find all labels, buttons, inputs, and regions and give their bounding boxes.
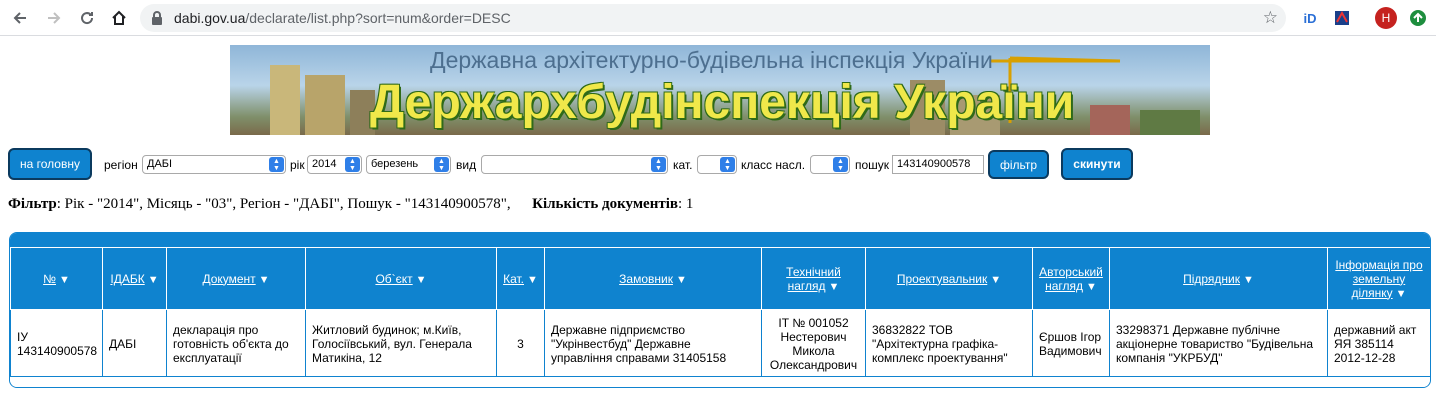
cell-land-info: державний акт ЯЯ 385114 2012-12-28 (1327, 309, 1430, 378)
sort-arrow-icon: ▼ (58, 273, 70, 286)
col-header-customer[interactable]: Замовник ▼ (544, 247, 762, 310)
reset-button[interactable]: скинути (1061, 148, 1133, 180)
region-label: регіон (104, 158, 138, 172)
region-select[interactable]: ДАБІ ▲ ▼ (142, 155, 286, 174)
class-select[interactable]: ▲ ▼ (810, 155, 850, 174)
sort-arrow-icon: ▼ (828, 280, 840, 293)
cell-tech-supervision: ІТ № 001052 Нестерович Микола Олександро… (761, 309, 866, 378)
forward-icon[interactable] (42, 6, 66, 30)
banner-subtitle: Державна архітектурно-будівельна інспекц… (430, 47, 993, 73)
extension-icon[interactable] (1330, 6, 1354, 30)
select-arrows-icon: ▲ ▼ (345, 157, 360, 172)
col-header-number[interactable]: № ▼ (10, 247, 103, 310)
year-select[interactable]: 2014 ▲ ▼ (307, 155, 362, 174)
home-button[interactable]: на головну (8, 148, 92, 180)
select-arrows-icon: ▲ ▼ (651, 157, 666, 172)
category-select[interactable]: ▲ ▼ (697, 155, 737, 174)
sort-arrow-icon: ▼ (675, 273, 687, 286)
table-row: ІУ 143140900578 ДАБІ декларація про гото… (10, 309, 1430, 378)
sort-arrow-icon: ▼ (258, 273, 270, 286)
cell-category: 3 (496, 309, 545, 378)
filter-button[interactable]: фільтр (988, 150, 1049, 179)
type-select[interactable]: ▲ ▼ (481, 155, 668, 174)
col-header-category[interactable]: Кат. ▼ (496, 247, 545, 310)
profile-avatar[interactable]: H (1374, 6, 1398, 30)
col-header-idabk[interactable]: ІДАБК ▼ (102, 247, 167, 310)
table-header-row: № ▼ ІДАБК ▼ Документ ▼ Об`єкт ▼ Кат. ▼ Замовн… (10, 247, 1430, 310)
cell-designer: 36832822 ТОВ "Архітектурна графіка-компл… (865, 309, 1033, 378)
cell-contractor: 33298371 Державне публічне акціонерне то… (1109, 309, 1328, 378)
col-header-designer[interactable]: Проектувальник ▼ (865, 247, 1033, 310)
sort-arrow-icon: ▼ (415, 273, 427, 286)
reload-icon[interactable] (75, 6, 99, 30)
col-header-author-supervision[interactable]: Авторський нагляд ▼ (1032, 247, 1110, 310)
sort-arrow-icon: ▼ (990, 273, 1002, 286)
type-label: вид (456, 158, 477, 172)
url-text: dabi.gov.ua/declarate/list.php?sort=num&… (174, 10, 511, 26)
sort-arrow-icon: ▼ (147, 273, 159, 286)
filter-summary: Фільтр: Рік - "2014", Місяць - "03", Рег… (8, 196, 694, 212)
sort-arrow-icon: ▼ (1086, 280, 1097, 293)
banner-title: Держархбудінспекція України (370, 76, 1075, 129)
results-table: № ▼ ІДАБК ▼ Документ ▼ Об`єкт ▼ Кат. ▼ Замовн… (9, 232, 1431, 388)
col-header-tech-supervision[interactable]: Технічний нагляд ▼ (761, 247, 866, 310)
category-label: кат. (673, 158, 693, 172)
select-arrows-icon: ▲ ▼ (833, 157, 848, 172)
browser-toolbar: dabi.gov.ua/declarate/list.php?sort=num&… (0, 0, 1436, 36)
home-icon[interactable] (107, 6, 131, 30)
select-arrows-icon: ▲ ▼ (720, 157, 735, 172)
search-input[interactable]: 143140900578 (892, 155, 984, 174)
sort-arrow-icon: ▼ (527, 273, 538, 286)
cell-document: декларація про готовність об'єкта до екс… (166, 309, 306, 378)
lock-icon (150, 10, 166, 26)
update-icon[interactable] (1406, 6, 1430, 30)
select-arrows-icon: ▲ ▼ (269, 157, 284, 172)
cell-customer: Державне підприємство "Укрінвестбуд" Дер… (544, 309, 762, 378)
cell-idabk: ДАБІ (102, 309, 167, 378)
class-label: класс насл. (741, 158, 806, 172)
select-arrows-icon: ▲ ▼ (434, 157, 449, 172)
month-select[interactable]: березень ▲ ▼ (366, 155, 451, 174)
year-label: рік (290, 158, 305, 172)
search-label: пошук (855, 158, 890, 172)
col-header-object[interactable]: Об`єкт ▼ (305, 247, 497, 310)
col-header-document[interactable]: Документ ▼ (166, 247, 306, 310)
cell-number: ІУ 143140900578 (10, 309, 103, 378)
id-extension-icon[interactable]: iD (1298, 6, 1322, 30)
bookmark-star-icon[interactable]: ☆ (1263, 8, 1278, 28)
col-header-contractor[interactable]: Підрядник ▼ (1109, 247, 1328, 310)
sort-arrow-icon: ▼ (1243, 273, 1254, 286)
back-icon[interactable] (8, 6, 32, 30)
site-banner: Державна архітектурно-будівельна інспекц… (230, 45, 1210, 135)
sort-arrow-icon: ▼ (1395, 287, 1407, 300)
cell-object: Житловий будинок; м.Київ, Голосіївський,… (305, 309, 497, 378)
address-bar[interactable]: dabi.gov.ua/declarate/list.php?sort=num&… (140, 4, 1286, 32)
cell-author-supervision: Єршов Ігор Вадимович (1032, 309, 1110, 378)
col-header-land-info[interactable]: Інформація про земельну ділянку ▼ (1327, 247, 1430, 310)
